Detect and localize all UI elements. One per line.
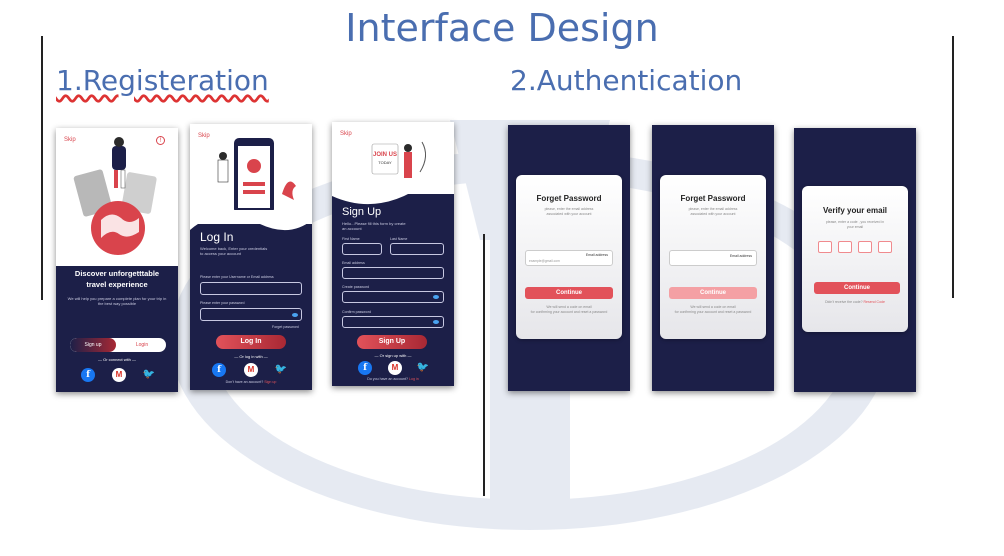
forgot-password-link[interactable]: Forget password (272, 325, 299, 329)
skip-link[interactable]: Skip (198, 133, 210, 139)
first-name-label: First Name (342, 237, 360, 241)
forget-password-screen: Forget Password please, enter the email … (508, 125, 630, 391)
welcome-description: We will help you prepare a complete plan… (67, 296, 167, 306)
email-field-label: Email address (729, 254, 752, 258)
divider-left (41, 36, 43, 300)
login-button[interactable]: Log In (216, 335, 286, 349)
login-illustration-area (190, 124, 312, 224)
login-screen: Skip Log In Welcome back, Enter your cre… (190, 124, 312, 390)
forget-password-card: Forget Password please, enter the email … (660, 175, 766, 339)
welcome-screen: Skip ! Discover unforgetttable travel ex… (56, 128, 178, 392)
skip-link[interactable]: Skip (64, 137, 76, 143)
signup-with-label: — Or sign up with — (374, 353, 412, 358)
email-field[interactable] (342, 267, 444, 279)
signup-login-toggle: Sign up Login (70, 338, 166, 352)
twitter-icon[interactable]: 🐦 (416, 361, 430, 375)
gmail-icon[interactable]: M (244, 363, 258, 377)
signup-button[interactable]: Sign Up (357, 335, 427, 349)
continue-button[interactable]: Continue (525, 287, 613, 299)
card-title: Verify your email (822, 206, 888, 215)
confirm-password-label: Confirm password (342, 310, 371, 314)
continue-button[interactable]: Continue (814, 282, 900, 294)
welcome-illustration-area (56, 128, 178, 266)
card-title: Forget Password (536, 194, 602, 203)
login-tab-button[interactable]: Login (118, 338, 166, 352)
card-note: We will send a code on email for confirmi… (530, 305, 608, 314)
first-name-field[interactable] (342, 243, 382, 255)
page-title: Interface Design (345, 6, 659, 50)
section-registration-title: 1.Registeration (56, 64, 269, 97)
last-name-label: Last Name (390, 237, 408, 241)
continue-button[interactable]: Continue (669, 287, 757, 299)
email-field[interactable] (200, 282, 302, 295)
password-label: Please enter your password (200, 301, 245, 305)
last-name-field[interactable] (390, 243, 444, 255)
eye-icon[interactable] (433, 295, 439, 299)
code-input-4[interactable] (878, 241, 892, 253)
login-with-label: — Or log in with — (234, 354, 268, 359)
section-authentication-title: 2.Authentication (510, 64, 743, 97)
twitter-icon[interactable]: 🐦 (274, 363, 288, 377)
welcome-headline: Discover unforgetttable travel experienc… (74, 269, 160, 289)
skip-link[interactable]: Skip (340, 131, 352, 137)
email-label: Email address (342, 261, 365, 265)
email-field[interactable]: Email address example@gmail.com (525, 250, 613, 266)
card-title: Forget Password (680, 194, 746, 203)
signup-link[interactable]: Sign up (264, 380, 276, 384)
password-field[interactable] (200, 308, 302, 321)
code-input-1[interactable] (818, 241, 832, 253)
signup-screen: JOIN US TODAY Skip Sign Up Hello...Pleas… (332, 122, 454, 386)
signup-subtitle: Hello...Please fill this form by create … (342, 221, 406, 231)
resend-code-link[interactable]: Resend Code (864, 300, 885, 304)
confirm-password-field[interactable] (342, 316, 444, 328)
login-subtitle: Welcome back, Enter your credentials to … (200, 246, 268, 256)
signup-tab-button[interactable]: Sign up (70, 338, 116, 352)
facebook-icon[interactable]: f (81, 368, 95, 382)
email-label: Please enter your Username or Email addr… (200, 275, 274, 279)
card-subtitle: please, enter a code , you received in yo… (825, 220, 885, 229)
signup-title: Sign Up (342, 206, 382, 218)
facebook-icon[interactable]: f (212, 363, 226, 377)
signup-prompt: Don't have an account? Sign up (225, 380, 277, 384)
forget-password-card: Forget Password please, enter the email … (516, 175, 622, 339)
gmail-icon[interactable]: M (388, 361, 402, 375)
info-icon[interactable]: ! (156, 136, 165, 145)
verify-email-screen: Verify your email please, enter a code ,… (794, 128, 916, 392)
login-link[interactable]: Log in (409, 377, 419, 381)
eye-icon[interactable] (433, 320, 439, 324)
create-password-field[interactable] (342, 291, 444, 303)
code-input-3[interactable] (858, 241, 872, 253)
login-prompt: Do you have an account? Log in (367, 377, 419, 381)
create-password-label: Create password (342, 285, 370, 289)
verify-email-card: Verify your email please, enter a code ,… (802, 186, 908, 332)
email-placeholder: example@gmail.com (529, 259, 560, 263)
email-field[interactable]: Email address (669, 250, 757, 266)
connect-with-label: — Or connect with — (97, 357, 137, 362)
email-field-label: Email address (585, 253, 608, 257)
twitter-icon[interactable]: 🐦 (142, 368, 156, 382)
join-us-text: JOIN US (373, 152, 397, 158)
forget-password-screen-alt: Forget Password please, enter the email … (652, 125, 774, 391)
card-subtitle: please, enter the email address associate… (544, 207, 594, 216)
phone-illustration (217, 138, 296, 214)
travel-illustration (73, 137, 157, 255)
today-text: TODAY (378, 160, 392, 165)
divider-right (952, 36, 954, 298)
card-note: We will send a code on email for confirmi… (674, 305, 752, 314)
card-subtitle: please, enter the email address associate… (688, 207, 738, 216)
login-title: Log In (200, 230, 234, 244)
gmail-icon[interactable]: M (112, 368, 126, 382)
eye-icon[interactable] (292, 313, 298, 317)
facebook-icon[interactable]: f (358, 361, 372, 375)
resend-prompt: Didn't receive the code? Resend Code (825, 300, 885, 304)
divider-middle (483, 234, 485, 496)
code-input-2[interactable] (838, 241, 852, 253)
